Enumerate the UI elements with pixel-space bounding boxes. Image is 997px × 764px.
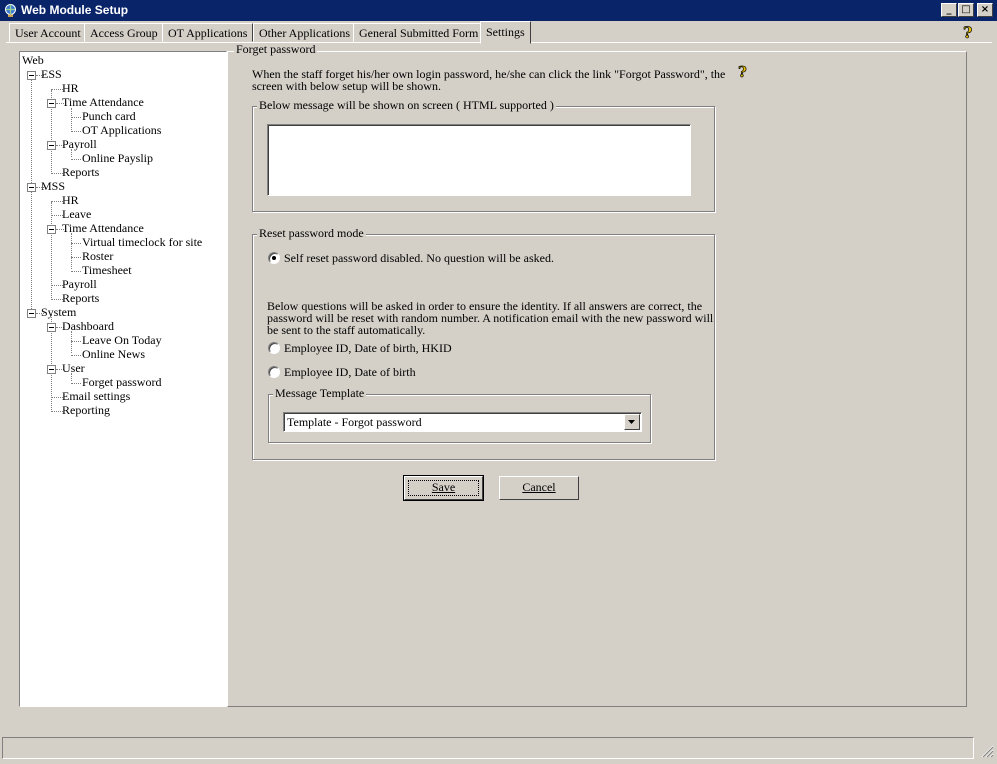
tree-item-ess-hr[interactable]: HR [62, 82, 79, 95]
collapse-ess-time-attendance-toggle[interactable] [47, 99, 56, 108]
tab-user-account[interactable]: User Account [9, 23, 87, 42]
tree-item-timesheet[interactable]: Timesheet [82, 264, 132, 277]
tree-item-ess-time-attendance[interactable]: Time Attendance [62, 96, 144, 109]
tab-general-submitted-form[interactable]: General Submitted Form [353, 23, 485, 42]
message-template-select[interactable]: Template - Forgot password [283, 412, 642, 432]
message-template-group-title: Message Template [273, 386, 367, 400]
title-bar [0, 0, 997, 21]
tree-item-punch-card[interactable]: Punch card [82, 110, 136, 123]
tree-item-leave-on-today[interactable]: Leave On Today [82, 334, 162, 347]
radio-id-dob[interactable] [268, 366, 280, 378]
minimize-button[interactable]: _ [941, 3, 957, 17]
window-title: Web Module Setup [21, 3, 129, 17]
radio-self-reset-disabled[interactable] [268, 252, 280, 264]
tree-item-mss-hr[interactable]: HR [62, 194, 79, 207]
tree-item-system[interactable]: System [41, 306, 76, 319]
tree-item-online-news[interactable]: Online News [82, 348, 145, 361]
message-template-selected-value: Template - Forgot password [287, 415, 422, 429]
forget-password-description-line2: screen with below setup will be shown. [252, 79, 441, 93]
resize-grip-icon[interactable] [980, 744, 994, 758]
collapse-user-toggle[interactable] [47, 365, 56, 374]
radio-id-dob-hkid[interactable] [268, 342, 280, 354]
svg-text:?: ? [738, 63, 747, 79]
maximize-button[interactable]: □ [958, 3, 974, 17]
tree-item-virtual-timeclock[interactable]: Virtual timeclock for site [82, 236, 202, 249]
tree-item-email-settings[interactable]: Email settings [62, 390, 130, 403]
collapse-ess-payroll-toggle[interactable] [47, 141, 56, 150]
tab-settings[interactable]: Settings [480, 21, 531, 44]
tree-item-web[interactable]: Web [22, 54, 44, 67]
settings-tree[interactable]: Web ESS HR Time Attendance Punch card OT… [19, 51, 227, 707]
reset-explanation-line3: be sent to the staff automatically. [267, 323, 426, 337]
message-group-title: Below message will be shown on screen ( … [257, 98, 556, 112]
tree-item-ess-payroll[interactable]: Payroll [62, 138, 97, 151]
tab-access-group[interactable]: Access Group [84, 23, 164, 42]
reset-mode-group-title: Reset password mode [257, 226, 366, 240]
collapse-system-toggle[interactable] [27, 309, 36, 318]
save-button[interactable]: Save [403, 475, 484, 501]
radio-self-reset-disabled-label[interactable]: Self reset password disabled. No questio… [284, 252, 554, 264]
radio-id-dob-hkid-label[interactable]: Employee ID, Date of birth, HKID [284, 342, 452, 354]
dropdown-arrow-button[interactable] [624, 414, 640, 430]
cancel-button-label: Cancel [522, 480, 556, 494]
tree-item-ot-applications[interactable]: OT Applications [82, 124, 161, 137]
close-button[interactable]: × [977, 3, 993, 17]
collapse-ess-toggle[interactable] [27, 71, 36, 80]
tree-item-mss-payroll[interactable]: Payroll [62, 278, 97, 291]
message-html-textarea[interactable] [267, 124, 691, 196]
tree-item-mss-time-attendance[interactable]: Time Attendance [62, 222, 144, 235]
tree-item-mss-reports[interactable]: Reports [62, 292, 99, 305]
collapse-mss-toggle[interactable] [27, 183, 36, 192]
tree-item-mss[interactable]: MSS [41, 180, 65, 193]
tree-item-user[interactable]: User [62, 362, 85, 375]
collapse-mss-time-attendance-toggle[interactable] [47, 225, 56, 234]
tree-item-ess[interactable]: ESS [41, 68, 62, 81]
save-button-focus-rect [408, 480, 479, 496]
tree-item-reporting[interactable]: Reporting [62, 404, 110, 417]
tree-item-ess-reports[interactable]: Reports [62, 166, 99, 179]
help-icon[interactable]: ? [960, 24, 976, 40]
tree-item-online-payslip[interactable]: Online Payslip [82, 152, 153, 165]
tree-item-dashboard[interactable]: Dashboard [62, 320, 114, 333]
help-icon[interactable]: ? [736, 63, 750, 79]
tree-item-forget-password[interactable]: Forget password [82, 376, 161, 389]
tree-item-mss-leave[interactable]: Leave [62, 208, 91, 221]
app-globe-icon [5, 4, 16, 17]
collapse-dashboard-toggle[interactable] [47, 323, 56, 332]
chevron-down-icon [628, 420, 635, 424]
svg-text:?: ? [963, 24, 972, 40]
tab-ot-applications[interactable]: OT Applications [162, 23, 254, 42]
tab-other-applications[interactable]: Other Applications [253, 23, 356, 42]
cancel-button[interactable]: Cancel [499, 476, 579, 500]
status-bar [2, 737, 974, 759]
forget-password-group-title: Forget password [234, 42, 318, 56]
radio-id-dob-label[interactable]: Employee ID, Date of birth [284, 366, 416, 378]
tree-item-roster[interactable]: Roster [82, 250, 113, 263]
